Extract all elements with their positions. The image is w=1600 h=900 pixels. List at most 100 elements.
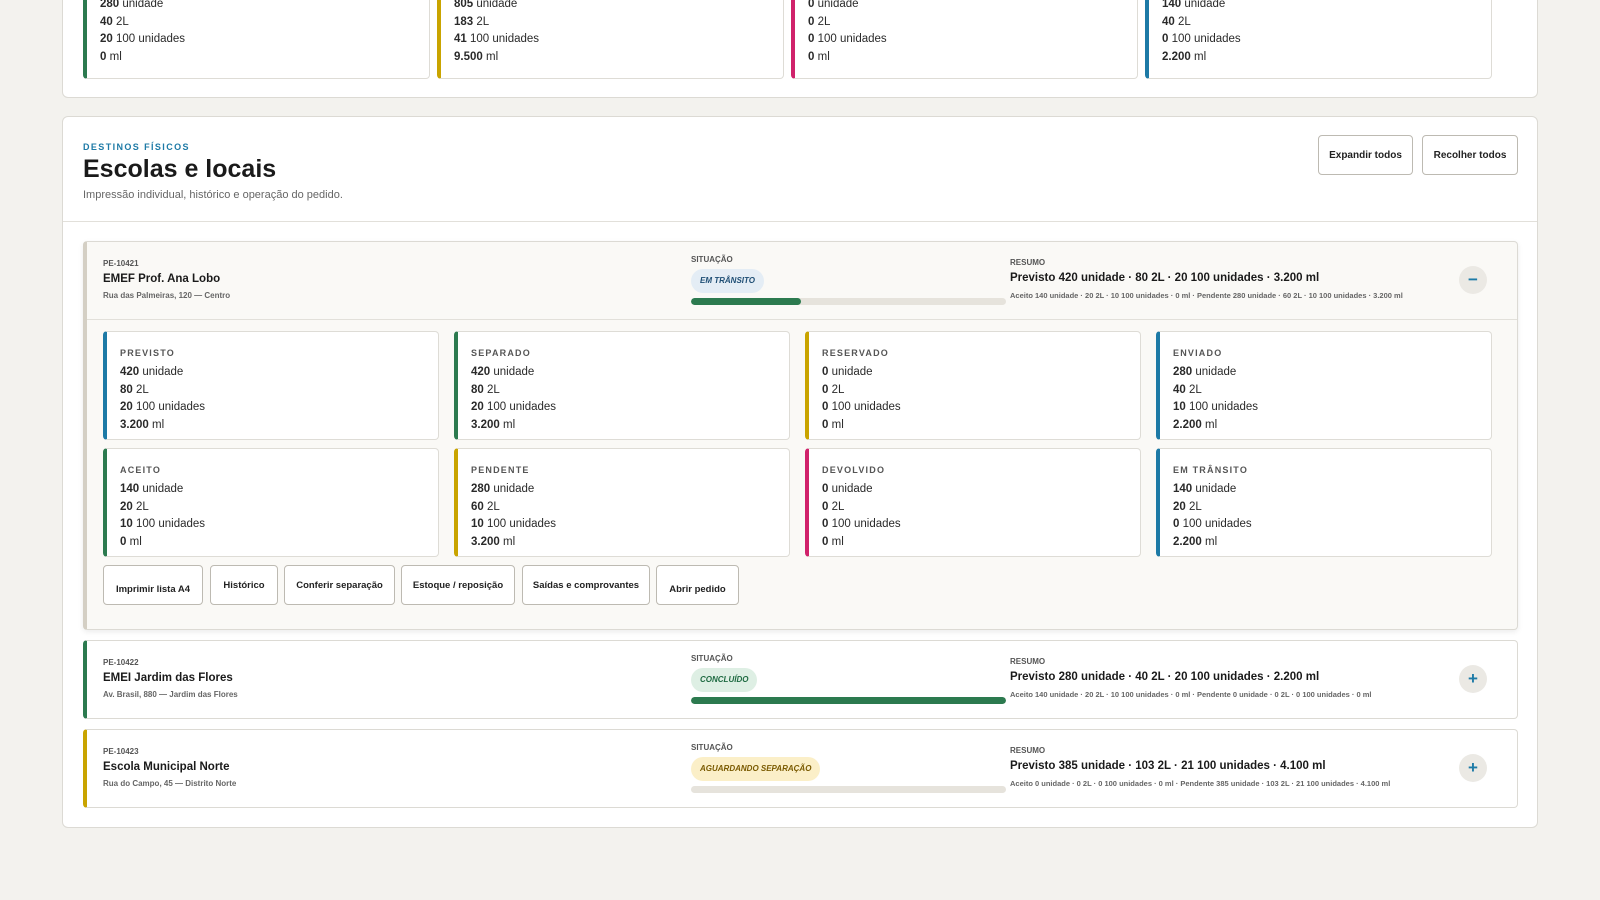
qty-line: 420 unidade [120,366,184,378]
situation-label: SITUAÇÃO [691,743,733,752]
order-summary: Previsto 420 unidade · 80 2L · 20 100 un… [1010,272,1320,284]
stat-card-devolvido: DEVOLVIDO 0 unidade 0 2L 0 100 unidades … [805,448,1141,557]
stat-card-em-transito: EM TRÂNSITO 140 unidade 20 2L 0 100 unid… [1156,448,1492,557]
qty-line: 2.200 ml [1162,51,1207,64]
qty-line: 40 2L [1173,383,1202,396]
summary-panel: 280 unidade 40 2L 20 100 unidades 0 ml 8… [62,0,1538,98]
summary-card: 280 unidade 40 2L 20 100 unidades 0 ml [83,0,430,79]
qty-line: 0 100 unidades [1162,33,1241,46]
order-address: Rua do Campo, 45 — Distrito Norte [103,779,237,788]
order-summary-detail: Aceito 0 unidade · 0 2L · 0 100 unidades… [1010,779,1391,788]
qty-line: 140 unidade [1162,0,1226,10]
collapse-order-button[interactable]: − [1459,266,1487,294]
qty-line: 20 2L [1173,500,1202,513]
qty-line: 140 unidade [1173,483,1237,495]
qty-line: 183 2L [454,15,490,28]
qty-line: 3.200 ml [120,419,165,432]
outputs-receipts-button[interactable]: Saídas e comprovantes [522,565,650,605]
order-name: EMEI Jardim das Flores [103,672,233,684]
qty-line: 280 unidade [471,483,535,495]
order-card: PE-10422 EMEI Jardim das Flores Av. Bras… [83,640,1518,719]
order-summary: Previsto 280 unidade · 40 2L · 20 100 un… [1010,671,1320,683]
stock-replenish-button[interactable]: Estoque / reposição [401,565,515,605]
order-summary: Previsto 385 unidade · 103 2L · 21 100 u… [1010,760,1326,772]
status-badge: AGUARDANDO SEPARAÇÃO [691,757,821,781]
qty-line: 10 100 unidades [120,518,206,531]
qty-line: 0 ml [822,419,844,432]
qty-line: 9.500 ml [454,51,499,64]
qty-line: 280 unidade [1173,366,1237,378]
qty-line: 41 100 unidades [454,33,540,46]
qty-line: 0 ml [808,51,830,64]
progress-bar [691,786,1006,793]
order-address: Rua das Palmeiras, 120 — Centro [103,291,231,300]
qty-line: 10 100 unidades [471,518,557,531]
section-kicker: DESTINOS FÍSICOS [83,142,190,152]
qty-line: 3.200 ml [471,536,516,549]
qty-line: 20 100 unidades [100,33,186,46]
open-order-button[interactable]: Abrir pedido [656,565,739,605]
qty-line: 2.200 ml [1173,536,1218,549]
order-code: PE-10421 [103,259,139,268]
order-name: Escola Municipal Norte [103,761,230,773]
qty-line: 0 100 unidades [808,33,887,46]
qty-line: 20 2L [120,500,149,513]
destinations-panel: DESTINOS FÍSICOS Escolas e locais Impres… [62,116,1538,828]
qty-line: 0 100 unidades [1173,518,1252,531]
qty-line: 0 ml [822,536,844,549]
qty-line: 0 unidade [808,0,859,10]
qty-line: 80 2L [471,383,500,396]
situation-label: SITUAÇÃO [691,255,733,264]
qty-line: 0 unidade [822,366,873,378]
qty-line: 3.200 ml [471,419,516,432]
qty-line: 805 unidade [454,0,518,10]
collapse-all-button[interactable]: Recolher todos [1422,135,1518,175]
qty-line: 40 2L [100,15,129,28]
section-subtitle: Impressão individual, histórico e operaç… [83,189,343,201]
qty-line: 10 100 unidades [1173,401,1259,414]
stat-card-aceito: ACEITO 140 unidade 20 2L 10 100 unidades… [103,448,439,557]
check-separation-button[interactable]: Conferir separação [284,565,395,605]
summary-card: 140 unidade 40 2L 0 100 unidades 2.200 m… [1145,0,1492,79]
situation-label: SITUAÇÃO [691,654,733,663]
summary-label: RESUMO [1010,746,1046,755]
summary-label: RESUMO [1010,657,1046,666]
section-title: Escolas e locais [83,155,277,183]
progress-bar [691,298,1006,305]
order-address: Av. Brasil, 880 — Jardim das Flores [103,690,238,699]
qty-line: 40 2L [1162,15,1191,28]
qty-line: 80 2L [120,383,149,396]
order-summary-detail: Aceito 140 unidade · 20 2L · 10 100 unid… [1010,291,1403,300]
print-a4-button[interactable]: Imprimir lista A4 [103,565,203,605]
section-divider [63,221,1537,222]
qty-line: 0 ml [100,51,122,64]
history-button[interactable]: Histórico [210,565,278,605]
qty-line: 140 unidade [120,483,184,495]
stat-card-pendente: PENDENTE 280 unidade 60 2L 10 100 unidad… [454,448,790,557]
expand-all-button[interactable]: Expandir todos [1318,135,1413,175]
stat-card-reservado: RESERVADO 0 unidade 0 2L 0 100 unidades … [805,331,1141,440]
expand-order-button[interactable]: + [1459,754,1487,782]
summary-card: 0 unidade 0 2L 0 100 unidades 0 ml [791,0,1138,79]
stat-card-previsto: PREVISTO 420 unidade 80 2L 20 100 unidad… [103,331,439,440]
order-name: EMEF Prof. Ana Lobo [103,273,221,285]
order-code: PE-10423 [103,747,139,756]
progress-fill [691,298,802,305]
status-badge: CONCLUÍDO [691,668,758,692]
progress-bar [691,697,1006,704]
summary-label: RESUMO [1010,258,1046,267]
qty-line: 0 2L [822,383,845,396]
order-summary-detail: Aceito 140 unidade · 20 2L · 10 100 unid… [1010,690,1372,699]
qty-line: 0 unidade [822,483,873,495]
qty-line: 0 100 unidades [822,401,901,414]
expand-order-button[interactable]: + [1459,665,1487,693]
qty-line: 20 100 unidades [471,401,557,414]
qty-line: 2.200 ml [1173,419,1218,432]
qty-line: 0 2L [822,500,845,513]
qty-line: 0 ml [120,536,142,549]
order-card: PE-10423 Escola Municipal Norte Rua do C… [83,729,1518,808]
progress-fill [691,697,1006,704]
order-code: PE-10422 [103,658,139,667]
qty-line: 420 unidade [471,366,535,378]
order-divider [87,319,1517,320]
